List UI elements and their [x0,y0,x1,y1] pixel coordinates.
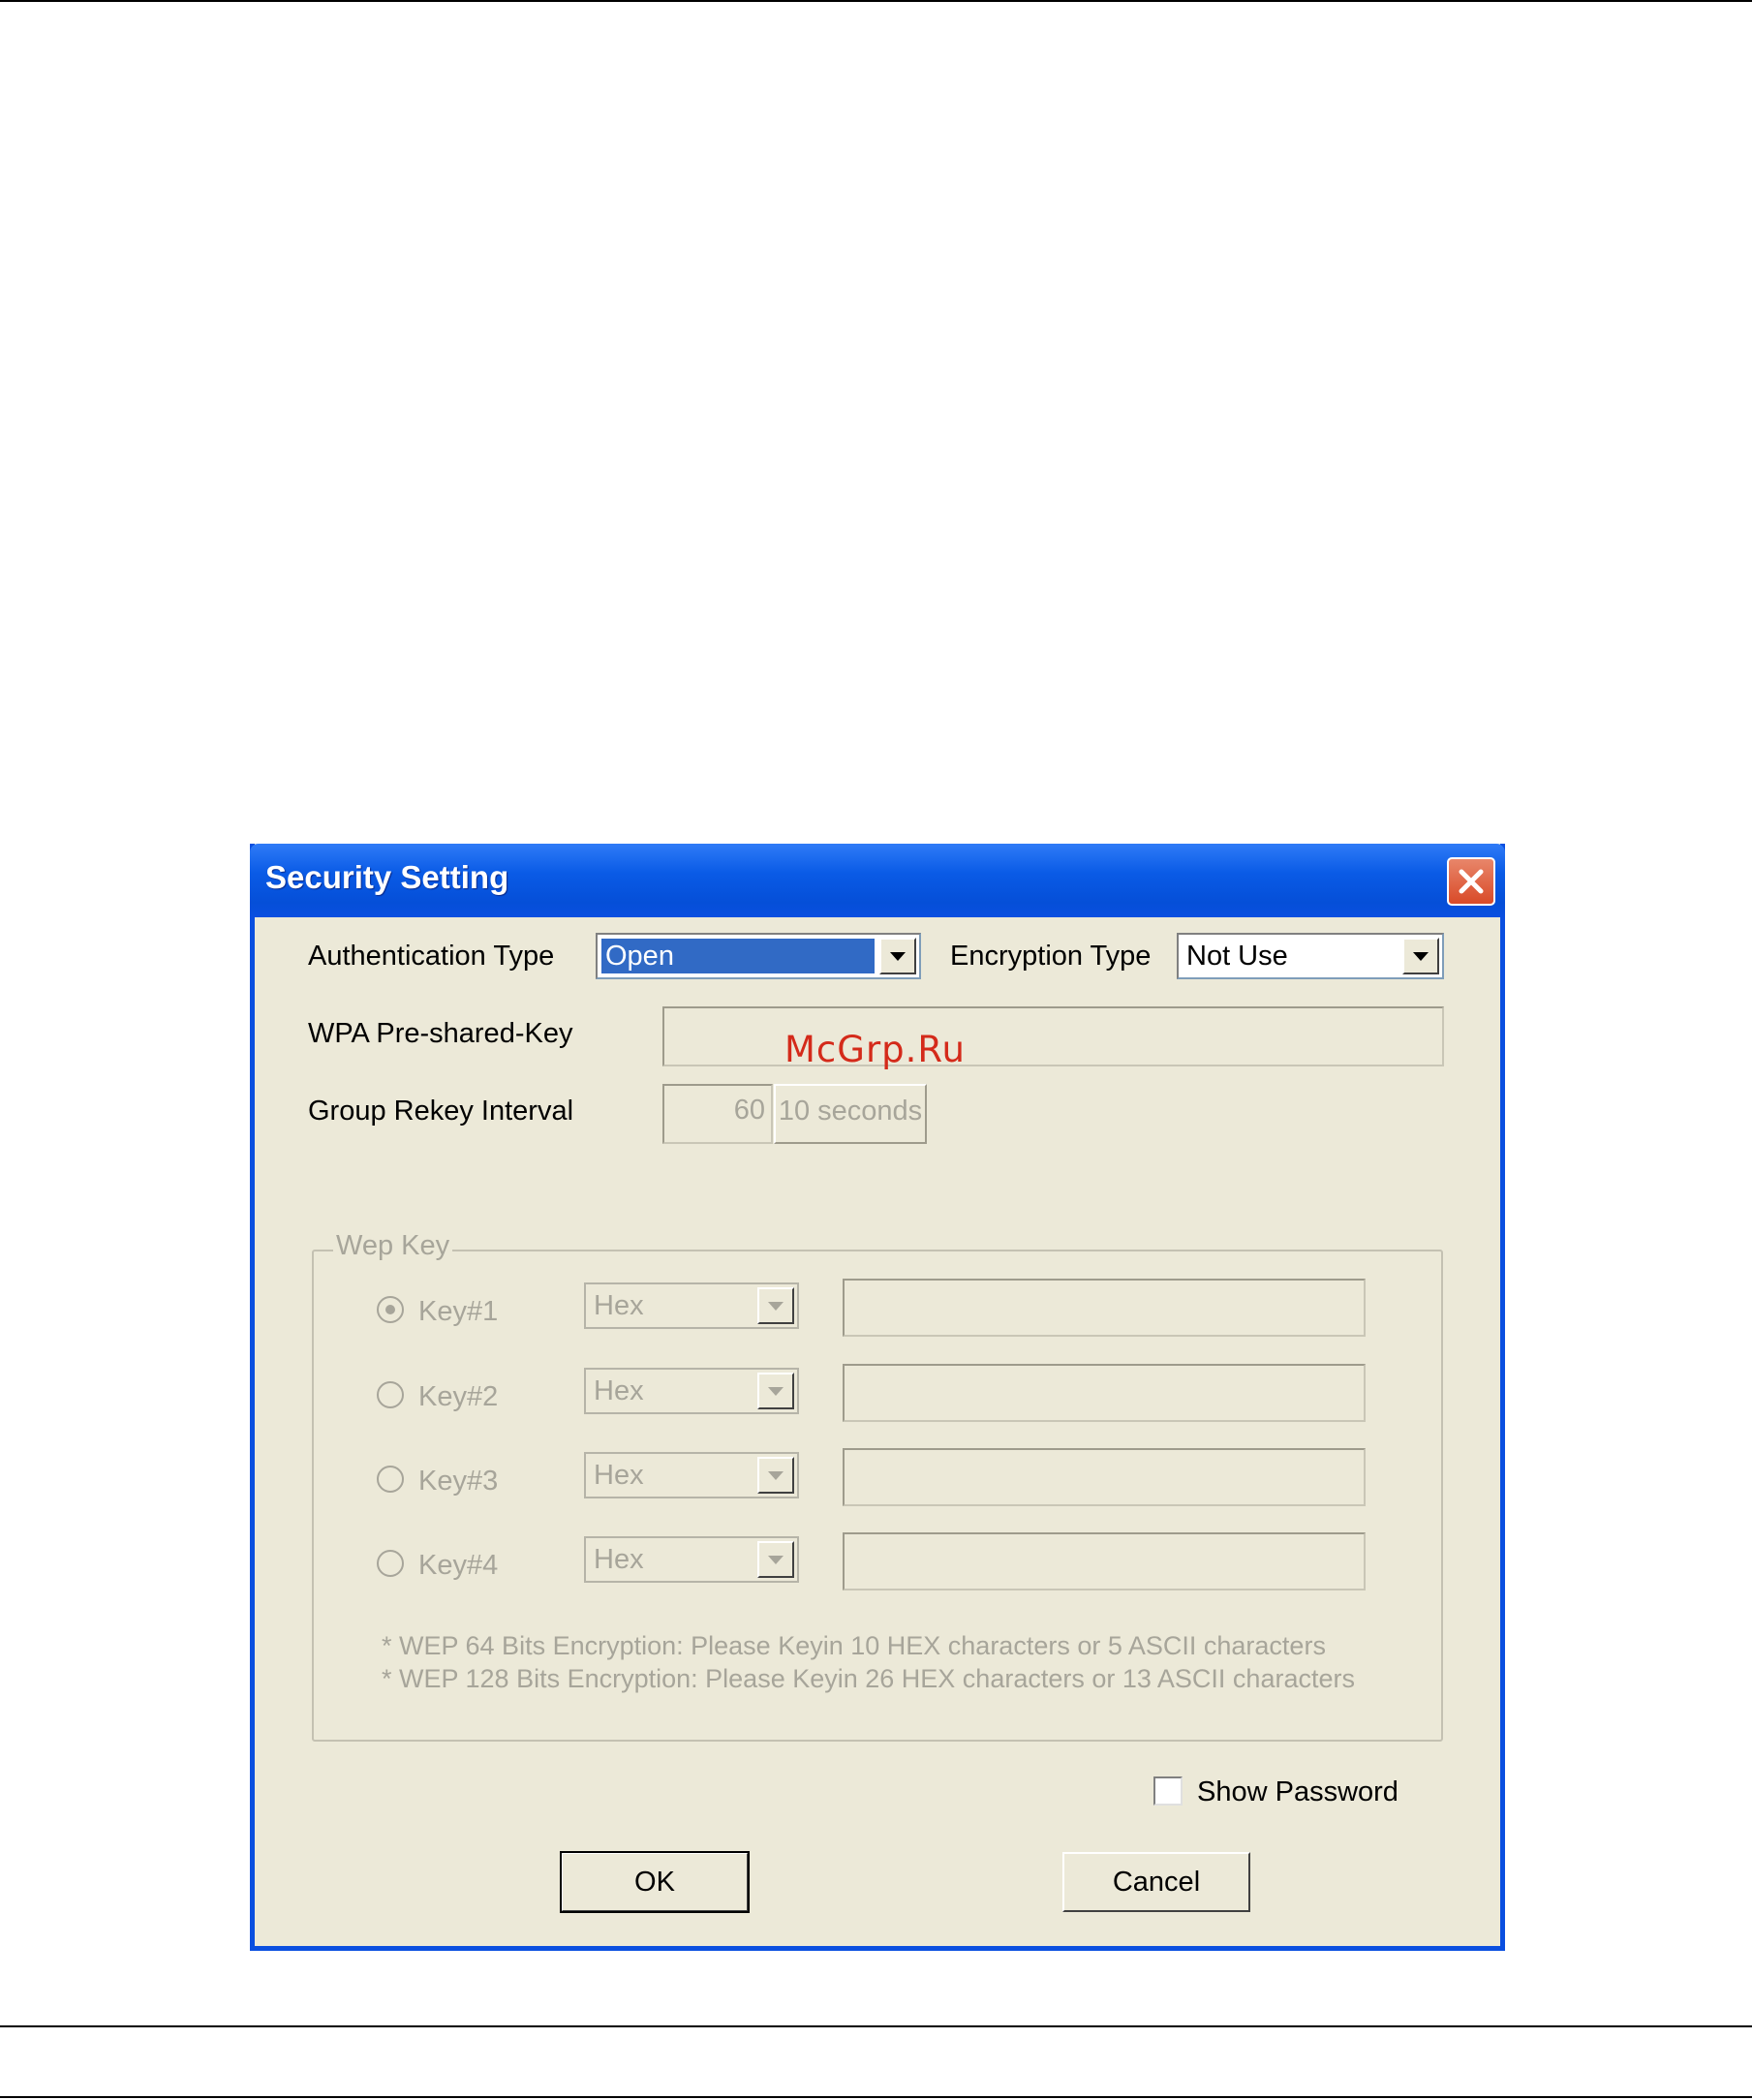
close-button[interactable] [1447,857,1495,906]
key2-label: Key#2 [418,1381,499,1412]
key4-format-select[interactable]: Hex [584,1536,799,1583]
chevron-down-icon[interactable] [757,1287,794,1324]
key4-label: Key#4 [418,1550,499,1581]
wpa-psk-input[interactable] [662,1006,1444,1066]
rekey-unit-button[interactable]: 10 seconds [774,1084,927,1144]
wep-key-group-label: Wep Key [333,1230,453,1262]
key1-radio[interactable] [377,1296,404,1323]
wep128-note: * WEP 128 Bits Encryption: Please Keyin … [382,1664,1355,1693]
key3-format-value: Hex [594,1460,644,1491]
chevron-down-icon[interactable] [757,1373,794,1409]
key1-format-value: Hex [594,1290,644,1321]
chevron-down-icon[interactable] [879,938,916,974]
dialog-title: Security Setting [265,859,509,895]
show-password-checkbox[interactable] [1153,1776,1183,1806]
encryption-type-label: Encryption Type [950,941,1152,972]
wep64-note: * WEP 64 Bits Encryption: Please Keyin 1… [382,1631,1326,1660]
key1-format-select[interactable]: Hex [584,1282,799,1329]
key4-format-value: Hex [594,1544,644,1575]
watermark-text: McGrp.Ru [784,1029,966,1070]
group-rekey-input[interactable]: 60 [662,1084,773,1144]
key4-radio[interactable] [377,1550,404,1577]
key4-input[interactable] [843,1532,1366,1590]
auth-type-value: Open [601,939,875,973]
key2-radio[interactable] [377,1381,404,1408]
cancel-button[interactable]: Cancel [1062,1852,1250,1912]
ok-button[interactable]: OK [560,1851,750,1913]
key1-label: Key#1 [418,1296,499,1327]
key2-format-value: Hex [594,1375,644,1406]
chevron-down-icon[interactable] [757,1457,794,1494]
key3-input[interactable] [843,1448,1366,1506]
close-icon [1459,869,1484,894]
show-password-label: Show Password [1197,1776,1399,1807]
page-rule-bottom [0,2025,1752,2027]
auth-type-label: Authentication Type [308,941,555,972]
key2-format-select[interactable]: Hex [584,1368,799,1414]
chevron-down-icon[interactable] [1402,938,1439,974]
key1-input[interactable] [843,1279,1366,1337]
key3-format-select[interactable]: Hex [584,1452,799,1498]
title-bar[interactable]: Security Setting [250,844,1505,917]
security-setting-dialog: Security Setting Authentication Type Ope… [250,844,1505,1951]
key2-input[interactable] [843,1364,1366,1422]
wep-key-group: Wep Key Key#1 Hex Key#2 Hex Key#3 Hex Ke… [312,1230,1443,1742]
page-rule-footer [0,2096,1752,2098]
page-rule-top [0,0,1752,2]
key3-label: Key#3 [418,1466,499,1497]
group-rekey-label: Group Rekey Interval [308,1096,574,1127]
encryption-type-select[interactable]: Not Use [1177,933,1444,979]
wpa-psk-label: WPA Pre-shared-Key [308,1018,573,1049]
auth-type-select[interactable]: Open [596,933,921,979]
chevron-down-icon[interactable] [757,1541,794,1578]
encryption-type-value: Not Use [1186,941,1288,972]
key3-radio[interactable] [377,1466,404,1493]
